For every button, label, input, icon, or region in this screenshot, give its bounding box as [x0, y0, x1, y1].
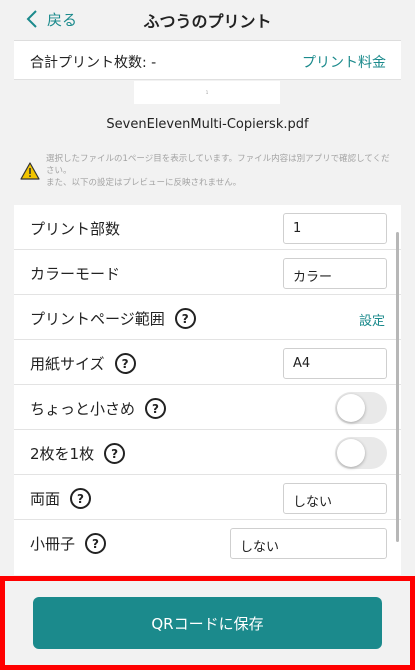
preview-notice: 選択したファイルの1ページ目を表示しています。ファイル内容は別アプリで確認してく… [20, 153, 392, 189]
duplex-label-group: 両面 ? [30, 488, 92, 509]
booklet-select[interactable]: しない [230, 528, 387, 559]
help-icon[interactable]: ? [85, 533, 107, 554]
row-copies: プリント部数 1 [14, 205, 401, 250]
highlight-box [0, 576, 415, 670]
page-title: ふつうのプリント [143, 12, 272, 31]
page-preview-thumbnail[interactable]: 1 [134, 81, 280, 104]
thumbnail-page-number: 1 [205, 90, 209, 95]
two-in-one-label-group: 2枚を1枚 ? [30, 443, 126, 464]
screen: 戻る ふつうのプリント 合計プリント枚数: - プリント料金 1 SevenEl… [0, 0, 415, 670]
row-duplex: 両面 ? しない [14, 475, 401, 520]
color-mode-label: カラーモード [30, 265, 121, 283]
help-icon[interactable]: ? [145, 398, 167, 419]
help-icon[interactable]: ? [70, 488, 92, 509]
slightly-smaller-label-group: ちょっと小さめ ? [30, 398, 167, 419]
paper-size-label: 用紙サイズ [30, 355, 105, 373]
two-in-one-toggle[interactable] [335, 437, 387, 469]
toggle-knob [337, 394, 365, 422]
paper-size-label-group: 用紙サイズ ? [30, 353, 136, 374]
row-page-range: プリントページ範囲 ? 設定 [14, 295, 401, 340]
row-slightly-smaller: ちょっと小さめ ? [14, 385, 401, 430]
copies-label: プリント部数 [30, 220, 121, 238]
help-icon[interactable]: ? [174, 308, 196, 329]
copies-input[interactable]: 1 [283, 213, 387, 244]
row-two-in-one: 2枚を1枚 ? [14, 430, 401, 475]
help-icon[interactable]: ? [114, 353, 136, 374]
color-mode-select[interactable]: カラー [283, 258, 387, 289]
booklet-label: 小冊子 [30, 535, 76, 553]
notice-text: 選択したファイルの1ページ目を表示しています。ファイル内容は別アプリで確認してく… [46, 154, 390, 188]
page-range-label-group: プリントページ範囲 ? [30, 308, 196, 329]
paper-size-select[interactable]: A4 [283, 348, 387, 379]
booklet-label-group: 小冊子 ? [30, 533, 107, 554]
settings-list: プリント部数 1 カラーモード カラー プリントページ範囲 ? 設定 用紙サイズ… [14, 205, 401, 575]
print-price-link[interactable]: プリント料金 [302, 52, 386, 72]
duplex-label: 両面 [30, 490, 61, 508]
file-name: SevenElevenMulti-Copiersk.pdf [106, 117, 309, 132]
duplex-select[interactable]: しない [283, 483, 387, 514]
page-range-label: プリントページ範囲 [30, 310, 165, 328]
toggle-knob [337, 439, 365, 467]
help-icon[interactable]: ? [104, 443, 126, 464]
nav-bar: 戻る ふつうのプリント [14, 0, 401, 38]
preview-section: 1 SevenElevenMulti-Copiersk.pdf 選択したファイル… [14, 80, 401, 205]
scrollbar[interactable] [396, 232, 399, 542]
slightly-smaller-label: ちょっと小さめ [30, 400, 136, 418]
warning-icon [20, 162, 40, 180]
row-color-mode: カラーモード カラー [14, 250, 401, 295]
slightly-smaller-toggle[interactable] [335, 392, 387, 424]
page-range-settings-link[interactable]: 設定 [359, 310, 385, 329]
row-paper-size: 用紙サイズ ? A4 [14, 340, 401, 385]
print-settings-page: 戻る ふつうのプリント 合計プリント枚数: - プリント料金 1 SevenEl… [14, 0, 401, 670]
total-print-count: 合計プリント枚数: - [30, 55, 157, 71]
two-in-one-label: 2枚を1枚 [30, 445, 95, 463]
print-summary-bar: 合計プリント枚数: - プリント料金 [14, 40, 401, 80]
row-booklet: 小冊子 ? しない [14, 520, 401, 565]
